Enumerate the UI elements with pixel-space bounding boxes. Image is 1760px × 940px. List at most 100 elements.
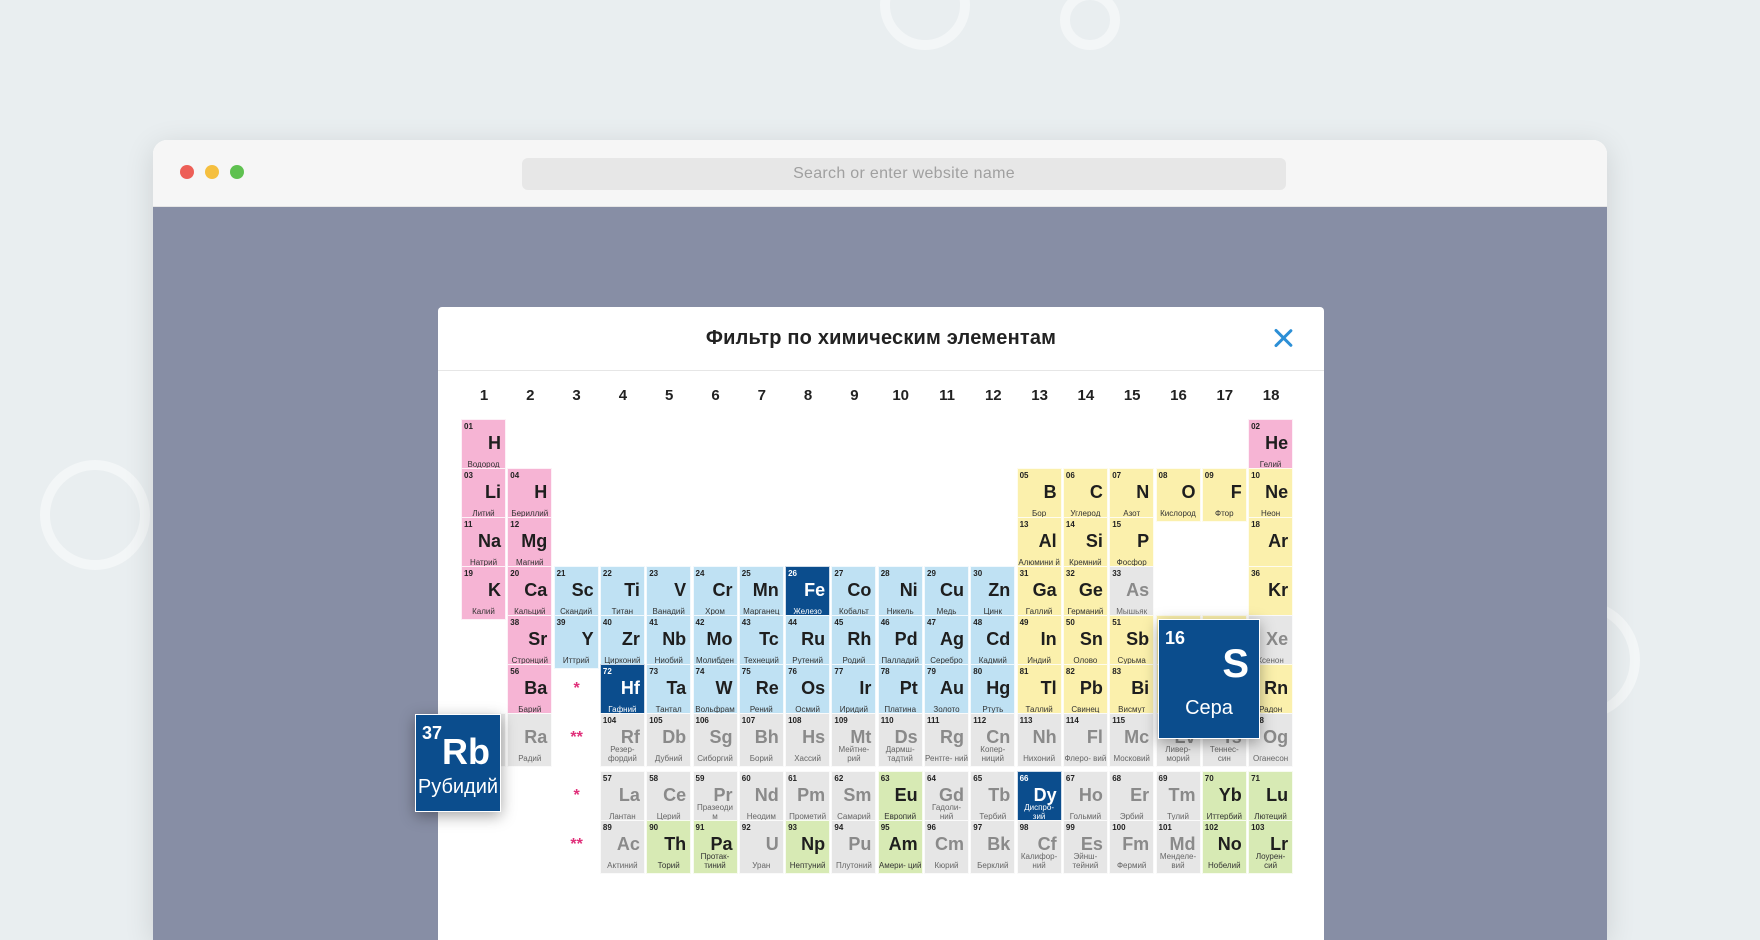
element-tile-yb[interactable]: 70 Yb Иттербий	[1201, 771, 1247, 825]
element-tile-lu[interactable]: 71 Lu Лютеций	[1248, 771, 1294, 825]
close-window-button[interactable]	[180, 165, 194, 179]
element-tile-th[interactable]: 90 Th Торий	[646, 820, 692, 874]
element-tile-mc[interactable]: 115 Mc Московий	[1109, 713, 1155, 767]
element-tile-er[interactable]: 68 Er Эрбий	[1109, 771, 1155, 825]
element-tile-ac[interactable]: 89 Ac Актиний	[599, 820, 645, 874]
element-tile-os[interactable]: 76 Os Осмий	[785, 664, 831, 718]
element-tile-mn[interactable]: 25 Mn Марганец	[738, 566, 784, 620]
element-tile-hs[interactable]: 108 Hs Хассий	[785, 713, 831, 767]
element-tile-sc[interactable]: 21 Sc Скандий	[553, 566, 599, 620]
element-tile-tl[interactable]: 81 Tl Таллий	[1016, 664, 1062, 718]
element-tile-sb[interactable]: 51 Sb Сурьма	[1109, 615, 1155, 669]
element-tile-o[interactable]: 08 O Кислород	[1155, 468, 1201, 522]
element-tile-cm[interactable]: 96 Cm Кюрий	[924, 820, 969, 874]
element-tile-ga[interactable]: 31 Ga Галлий	[1016, 566, 1062, 620]
element-tile-tb[interactable]: 65 Tb Тербий	[970, 771, 1016, 825]
element-tile-md[interactable]: 101 Md Менделе- вий	[1155, 820, 1201, 874]
element-tile-al[interactable]: 13 Al Алюмини й	[1016, 517, 1062, 571]
element-tile-kr[interactable]: 36 Kr	[1248, 566, 1294, 620]
element-tile-pa[interactable]: 91 Pa Протак- тиний	[692, 820, 738, 874]
element-tile-pb[interactable]: 82 Pb Свинец	[1062, 664, 1108, 718]
element-tile-w[interactable]: 74 W Вольфрам	[692, 664, 738, 718]
element-tile-ru[interactable]: 44 Ru Рутений	[785, 615, 831, 669]
element-tile-lr[interactable]: 103 Lr Лоурен- сий	[1248, 820, 1294, 874]
element-tile-am[interactable]: 95 Am Амери- ций	[877, 820, 923, 874]
element-tile-sg[interactable]: 106 Sg Сиборгий	[692, 713, 738, 767]
element-tile-gd[interactable]: 64 Gd Гадоли- ний	[924, 771, 969, 825]
element-tile-in[interactable]: 49 In Индий	[1016, 615, 1062, 669]
element-tile-pr[interactable]: 59 Pr Празеоди м	[692, 771, 738, 825]
element-tile-pd[interactable]: 46 Pd Палладий	[877, 615, 923, 669]
element-tile-np[interactable]: 93 Np Нептуний	[785, 820, 831, 874]
element-tile-fl[interactable]: 114 Fl Флеро- вий	[1062, 713, 1108, 767]
element-tile-k[interactable]: 19 K Калий	[461, 566, 506, 620]
element-tile-hf[interactable]: 72 Hf Гафний	[599, 664, 645, 718]
element-tile-re[interactable]: 75 Re Рений	[738, 664, 784, 718]
element-tile-ge[interactable]: 32 Ge Германий	[1062, 566, 1108, 620]
element-tile-db[interactable]: 105 Db Дубний	[646, 713, 692, 767]
element-tile-ra[interactable]: Ra Радий	[507, 713, 553, 767]
element-tile-cn[interactable]: 112 Cn Копер- ниций	[970, 713, 1016, 767]
element-tile-rh[interactable]: 45 Rh Родий	[831, 615, 877, 669]
element-tile-ca[interactable]: 20 Ca Кальций	[507, 566, 553, 620]
element-tile-fm[interactable]: 100 Fm Фермий	[1109, 820, 1155, 874]
element-tile-fe[interactable]: 26 Fe Железо	[785, 566, 831, 620]
element-tile-no[interactable]: 102 No Нобелий	[1201, 820, 1247, 874]
element-tile-cf[interactable]: 98 Cf Калифор- ний	[1016, 820, 1062, 874]
element-tile-f[interactable]: 09 F Фтор	[1201, 468, 1247, 522]
element-tile-au[interactable]: 79 Au Золото	[924, 664, 969, 718]
element-tile-p[interactable]: 15 P Фосфор	[1109, 517, 1155, 571]
element-tile-ar[interactable]: 18 Ar	[1248, 517, 1294, 571]
element-tile-ce[interactable]: 58 Ce Церий	[646, 771, 692, 825]
zoom-window-button[interactable]	[230, 165, 244, 179]
element-tile-he[interactable]: 02 He Гелий	[1248, 419, 1294, 473]
element-tile-ni[interactable]: 28 Ni Никель	[877, 566, 923, 620]
element-tile-mo[interactable]: 42 Mo Молибден	[692, 615, 738, 669]
element-tile-hg[interactable]: 80 Hg Ртуть	[970, 664, 1016, 718]
element-tile-nh[interactable]: 113 Nh Нихоний	[1016, 713, 1062, 767]
element-tile-pm[interactable]: 61 Pm Прометий	[785, 771, 831, 825]
element-tile-dy[interactable]: 66 Dy Диспро- зий	[1016, 771, 1062, 825]
element-tile-ta[interactable]: 73 Ta Тантал	[646, 664, 692, 718]
element-tile-rg[interactable]: 111 Rg Рентге- ний	[924, 713, 969, 767]
element-tile-mg[interactable]: 12 Mg Магний	[507, 517, 553, 571]
element-tile-h[interactable]: 04 H Бериллий	[507, 468, 553, 522]
element-tile-rf[interactable]: 104 Rf Резер- фордий	[599, 713, 645, 767]
element-tile-ti[interactable]: 22 Ti Титан	[599, 566, 645, 620]
element-tile-sr[interactable]: 38 Sr Стронций	[507, 615, 553, 669]
element-tile-ir[interactable]: 77 Ir Иридий	[831, 664, 877, 718]
element-tile-bi[interactable]: 83 Bi Висмут	[1109, 664, 1155, 718]
element-tile-sm[interactable]: 62 Sm Самарий	[831, 771, 877, 825]
element-tile-es[interactable]: 99 Es Эйнш- тейний	[1062, 820, 1108, 874]
element-tile-pt[interactable]: 78 Pt Платина	[877, 664, 923, 718]
element-tile-ba[interactable]: 56 Ba Барий	[507, 664, 553, 718]
minimize-window-button[interactable]	[205, 165, 219, 179]
element-tile-s-selected[interactable]: 16 S Сера	[1158, 619, 1260, 739]
element-tile-nd[interactable]: 60 Nd Неодим	[738, 771, 784, 825]
element-tile-u[interactable]: 92 U Уран	[738, 820, 784, 874]
element-tile-sn[interactable]: 50 Sn Олово	[1062, 615, 1108, 669]
element-tile-as[interactable]: 33 As Мышьяк	[1109, 566, 1155, 620]
element-tile-tm[interactable]: 69 Tm Тулий	[1155, 771, 1201, 825]
element-tile-ds[interactable]: 110 Ds Дармш- тадтий	[877, 713, 923, 767]
element-tile-c[interactable]: 06 C Углерод	[1062, 468, 1108, 522]
element-tile-si[interactable]: 14 Si Кремний	[1062, 517, 1108, 571]
element-tile-zn[interactable]: 30 Zn Цинк	[970, 566, 1016, 620]
element-tile-cr[interactable]: 24 Cr Хром	[692, 566, 738, 620]
element-tile-b[interactable]: 05 B Бор	[1016, 468, 1062, 522]
element-tile-ho[interactable]: 67 Ho Гольмий	[1062, 771, 1108, 825]
element-tile-la[interactable]: 57 La Лантан	[599, 771, 645, 825]
element-tile-nb[interactable]: 41 Nb Ниобий	[646, 615, 692, 669]
element-tile-mt[interactable]: 109 Mt Мейтне- рий	[831, 713, 877, 767]
element-tile-ne[interactable]: 10 Ne Неон	[1248, 468, 1294, 522]
element-tile-n[interactable]: 07 N Азот	[1109, 468, 1155, 522]
element-tile-v[interactable]: 23 V Ванадий	[646, 566, 692, 620]
element-tile-co[interactable]: 27 Co Кобальт	[831, 566, 877, 620]
element-tile-tc[interactable]: 43 Tc Технеций	[738, 615, 784, 669]
element-tile-na[interactable]: 11 Na Натрий	[461, 517, 506, 571]
element-tile-li[interactable]: 03 Li Литий	[461, 468, 506, 522]
address-bar[interactable]: Search or enter website name	[522, 158, 1286, 190]
element-tile-zr[interactable]: 40 Zr Цирконий	[599, 615, 645, 669]
element-tile-cd[interactable]: 48 Cd Кадмий	[970, 615, 1016, 669]
element-tile-eu[interactable]: 63 Eu Европий	[877, 771, 923, 825]
